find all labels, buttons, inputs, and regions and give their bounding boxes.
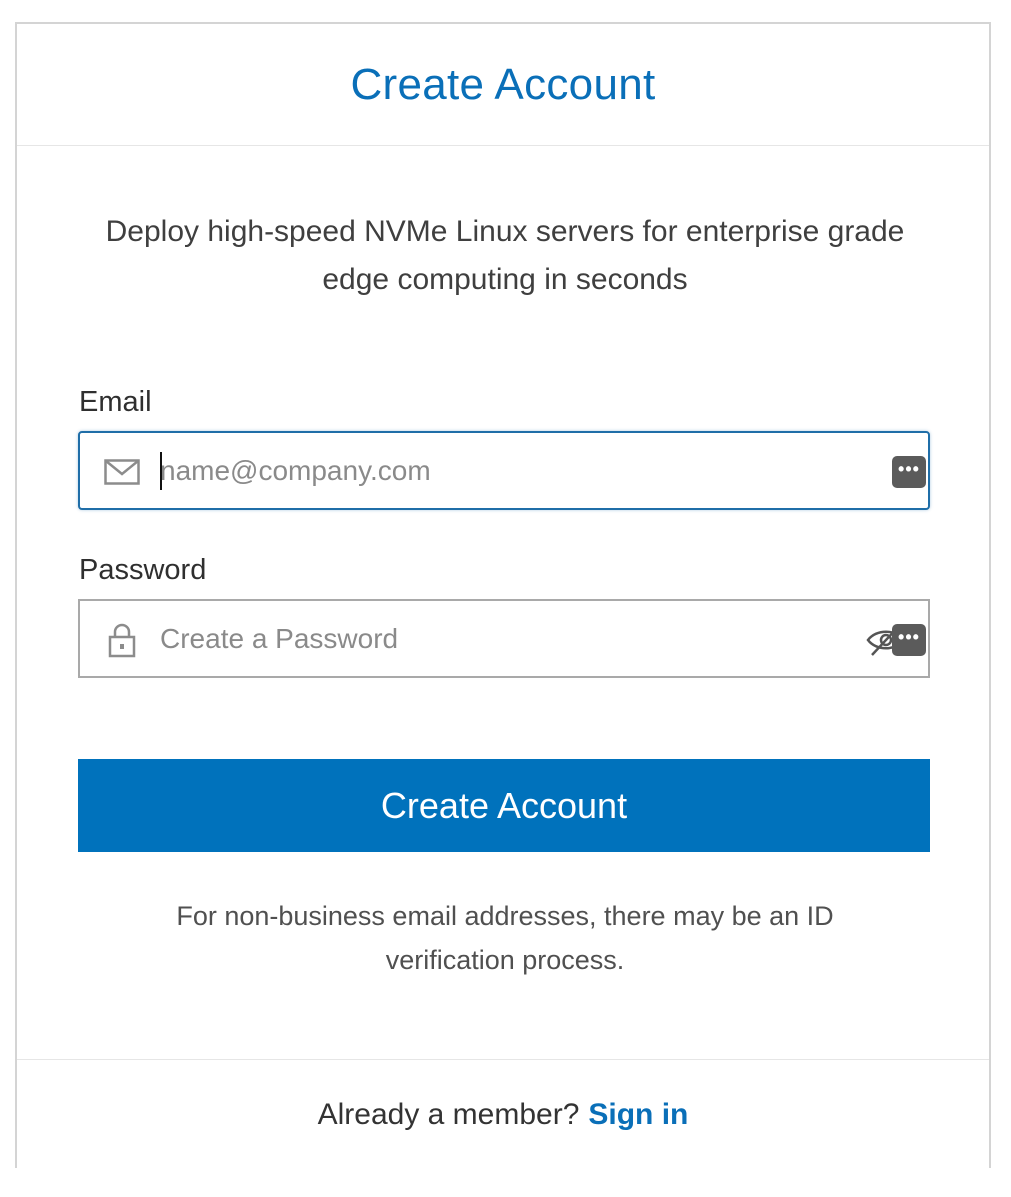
- email-input[interactable]: [160, 443, 840, 498]
- create-account-button[interactable]: Create Account: [78, 759, 930, 852]
- text-caret: [160, 452, 162, 490]
- card-footer: Already a member? Sign in: [17, 1059, 989, 1170]
- page-title: Create Account: [350, 59, 656, 109]
- email-label: Email: [79, 386, 152, 418]
- envelope-icon: [102, 455, 142, 489]
- signup-card: Create Account Deploy high-speed NVMe Li…: [15, 22, 991, 1168]
- email-field-wrapper[interactable]: •••: [78, 431, 930, 510]
- member-prompt: Already a member?: [317, 1098, 580, 1131]
- subtitle: Deploy high-speed NVMe Linux servers for…: [105, 215, 905, 296]
- lock-icon: [102, 623, 142, 658]
- card-header: Create Account: [17, 24, 989, 146]
- password-manager-icon[interactable]: •••: [892, 456, 926, 488]
- password-field-wrapper[interactable]: •••: [78, 599, 930, 678]
- sign-in-link[interactable]: Sign in: [588, 1098, 688, 1132]
- verification-note: For non-business email addresses, there …: [176, 901, 834, 975]
- password-input[interactable]: [160, 611, 840, 666]
- password-label: Password: [79, 554, 207, 586]
- password-manager-icon[interactable]: •••: [892, 624, 926, 656]
